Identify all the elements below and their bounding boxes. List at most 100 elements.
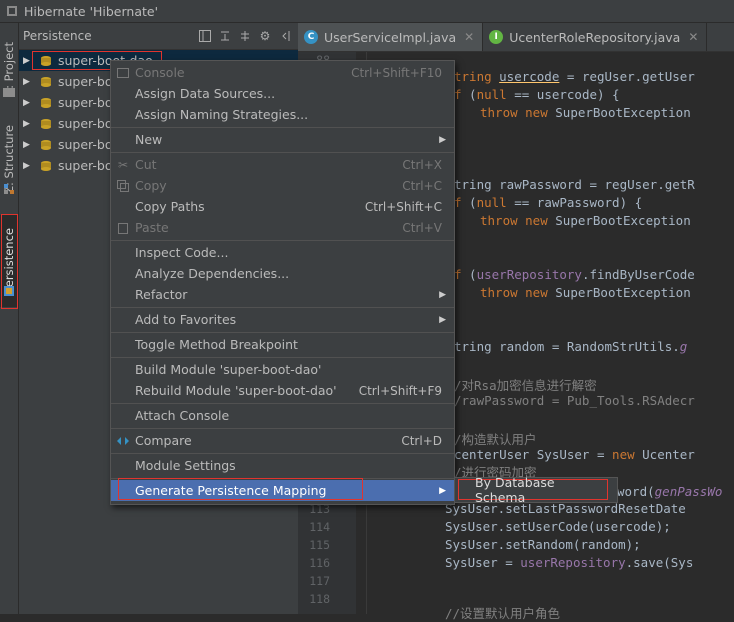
code-token: SuperBootException xyxy=(555,105,691,120)
collapse-all-icon[interactable] xyxy=(218,29,232,43)
line-number: 118 xyxy=(309,592,330,606)
class-icon: C xyxy=(304,30,318,44)
expand-arrow-icon[interactable]: ▶ xyxy=(23,56,33,66)
code-token: throw new xyxy=(480,285,556,300)
expand-arrow-icon[interactable]: ▶ xyxy=(23,77,33,87)
menu-shortcut: Ctrl+V xyxy=(402,220,442,235)
menu-item-console[interactable]: Console Ctrl+Shift+F10 xyxy=(111,62,454,83)
menu-item-label: Compare xyxy=(135,433,192,448)
code-token: = regUser.getUser xyxy=(559,69,695,84)
tool-window-strip: 1: Project Z: Structure Persistence xyxy=(0,23,19,614)
code-token: throw new xyxy=(480,105,556,120)
paste-icon xyxy=(116,221,130,235)
menu-shortcut: Ctrl+X xyxy=(402,157,442,172)
panel-title: Persistence xyxy=(23,29,92,43)
module-icon xyxy=(41,139,51,150)
menu-item-cut[interactable]: ✂ Cut Ctrl+X xyxy=(111,154,454,175)
code-token: null xyxy=(476,87,507,102)
menu-item-module-settings[interactable]: Module Settings xyxy=(111,455,454,476)
code-line: f (null == rawPassword) { xyxy=(454,195,642,210)
line-number: 116 xyxy=(309,556,330,570)
code-line: tring random = RandomStrUtils.g xyxy=(454,339,687,354)
menu-item-label: Console xyxy=(135,65,185,80)
code-token: ( xyxy=(461,195,477,210)
code-token: centerUser SysUser = xyxy=(454,447,613,462)
gear-icon[interactable]: ⚙ xyxy=(258,29,272,43)
menu-item-copy-paths[interactable]: Copy Paths Ctrl+Shift+C xyxy=(111,196,454,217)
code-comment: /rawPassword = Pub_Tools.RSAdecr xyxy=(454,393,695,408)
menu-separator xyxy=(111,357,454,358)
layout-icon[interactable] xyxy=(198,29,212,43)
code-token: userRepository xyxy=(476,267,582,282)
menu-item-label: Copy Paths xyxy=(135,199,205,214)
compare-icon xyxy=(116,434,130,448)
menu-item-toggle-method-breakpoint[interactable]: Toggle Method Breakpoint xyxy=(111,334,454,355)
menu-item-label: New xyxy=(135,132,163,147)
code-comment: /构造默认用户 xyxy=(454,432,537,447)
code-line: SysUser.setRandom(random); xyxy=(445,537,641,552)
tab-userserviceimpl[interactable]: C UserServiceImpl.java ✕ xyxy=(298,23,484,51)
menu-item-analyze-dependencies[interactable]: Analyze Dependencies... xyxy=(111,263,454,284)
hide-panel-icon[interactable] xyxy=(278,29,292,43)
menu-separator xyxy=(111,453,454,454)
code-line: centerUser SysUser = new Ucenter xyxy=(454,447,695,462)
menu-separator xyxy=(111,152,454,153)
menu-item-assign-naming-strategies[interactable]: Assign Naming Strategies... xyxy=(111,104,454,125)
menu-separator xyxy=(111,307,454,308)
code-line: throw new SuperBootException xyxy=(480,213,691,228)
code-token: SysUser = xyxy=(445,555,521,570)
menu-item-new[interactable]: New ▶ xyxy=(111,129,454,150)
expand-arrow-icon[interactable]: ▶ xyxy=(23,119,33,129)
structure-icon xyxy=(4,184,14,194)
expand-arrow-icon[interactable]: ▶ xyxy=(23,161,33,171)
menu-separator xyxy=(111,428,454,429)
code-line: f (userRepository.findByUserCode xyxy=(454,267,695,282)
menu-item-refactor[interactable]: Refactor ▶ xyxy=(111,284,454,305)
submenu-arrow-icon: ▶ xyxy=(439,134,446,145)
menu-item-compare[interactable]: Compare Ctrl+D xyxy=(111,430,454,451)
module-icon xyxy=(41,76,51,87)
menu-item-attach-console[interactable]: Attach Console xyxy=(111,405,454,426)
menu-item-generate-persistence-mapping[interactable]: Generate Persistence Mapping ▶ xyxy=(111,480,454,501)
code-token: null xyxy=(476,195,507,210)
menu-item-label: Inspect Code... xyxy=(135,245,229,260)
code-token: word( xyxy=(617,484,655,499)
editor-tabs: C UserServiceImpl.java ✕ I UcenterRoleRe… xyxy=(298,23,734,52)
menu-item-build-module[interactable]: Build Module 'super-boot-dao' xyxy=(111,359,454,380)
close-icon[interactable]: ✕ xyxy=(464,30,474,44)
line-number: 117 xyxy=(309,574,330,588)
menu-shortcut: Ctrl+Shift+F10 xyxy=(351,65,442,80)
context-menu: Console Ctrl+Shift+F10 Assign Data Sourc… xyxy=(110,60,455,505)
menu-item-label: Attach Console xyxy=(135,408,230,423)
tab-project[interactable]: 1: Project xyxy=(0,29,18,109)
code-token: g xyxy=(679,339,688,354)
menu-item-label: Paste xyxy=(135,220,169,235)
code-line: f (null == usercode) { xyxy=(454,87,620,102)
menu-item-inspect-code[interactable]: Inspect Code... xyxy=(111,242,454,263)
code-line: throw new SuperBootException xyxy=(480,105,691,120)
menu-item-paste[interactable]: Paste Ctrl+V xyxy=(111,217,454,238)
hibernate-icon xyxy=(7,6,17,16)
expand-arrow-icon[interactable]: ▶ xyxy=(23,98,33,108)
module-icon xyxy=(41,55,51,66)
code-token: ( xyxy=(461,267,477,282)
expand-arrow-icon[interactable]: ▶ xyxy=(23,140,33,150)
menu-item-by-database-schema[interactable]: By Database Schema xyxy=(458,475,608,505)
code-comment: //设置默认用户角色 xyxy=(445,606,561,621)
menu-item-label: Refactor xyxy=(135,287,188,302)
code-line: tring usercode = regUser.getUser xyxy=(454,69,695,84)
tab-label: UcenterRoleRepository.java xyxy=(509,29,681,45)
code-token: == usercode) { xyxy=(506,87,620,102)
code-token: ( xyxy=(461,87,477,102)
menu-item-rebuild-module[interactable]: Rebuild Module 'super-boot-dao' Ctrl+Shi… xyxy=(111,380,454,401)
tab-ucenterrolerepository[interactable]: I UcenterRoleRepository.java ✕ xyxy=(483,23,708,51)
menu-item-copy[interactable]: Copy Ctrl+C xyxy=(111,175,454,196)
persistence-icon xyxy=(4,286,14,296)
menu-item-assign-data-sources[interactable]: Assign Data Sources... xyxy=(111,83,454,104)
menu-item-label: Toggle Method Breakpoint xyxy=(135,337,298,352)
expand-all-icon[interactable] xyxy=(238,29,252,43)
menu-item-add-to-favorites[interactable]: Add to Favorites ▶ xyxy=(111,309,454,330)
submenu-arrow-icon: ▶ xyxy=(439,314,446,325)
folder-icon xyxy=(3,88,15,97)
close-icon[interactable]: ✕ xyxy=(688,30,698,44)
